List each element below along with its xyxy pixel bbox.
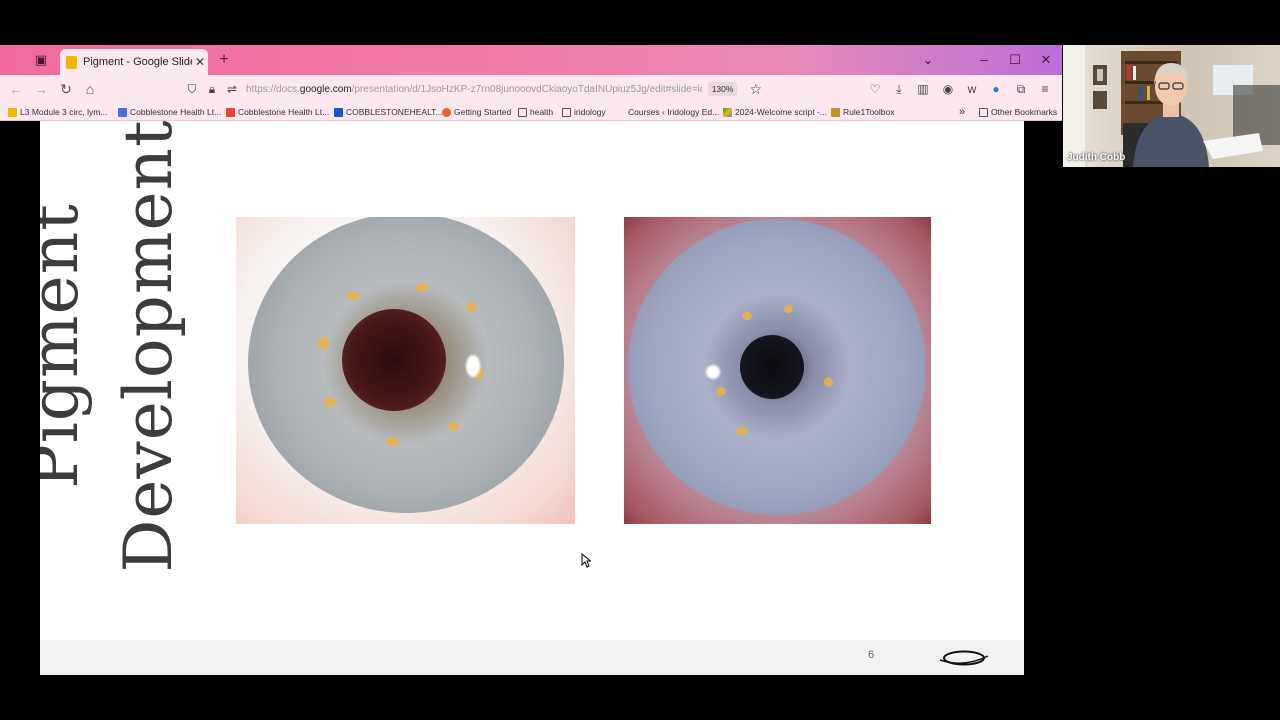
pigment-fleck [466,302,476,312]
bookmark-item[interactable]: Cobblestone Health Lt... [118,103,221,121]
reload-icon[interactable]: ↻ [55,75,77,103]
downloads-icon[interactable]: ⤓ [889,75,909,103]
pupil [740,335,804,399]
slide-title-line1: Pigment [40,203,93,489]
menu-icon[interactable]: ≡ [1035,75,1055,103]
more-bookmarks-icon[interactable]: » [959,103,965,121]
shield-icon[interactable]: ⛉ [182,82,202,97]
bookmark-item[interactable]: COBBLESTONEHEALT... [334,103,443,121]
light-reflection [466,355,480,377]
account-icon[interactable]: ◉ [938,75,958,103]
extension-blue-icon[interactable]: ● [986,75,1006,103]
back-icon[interactable]: ← [5,75,27,103]
tab-close-icon[interactable]: ✕ [192,55,208,69]
tab-overview-icon[interactable]: ▣ [30,45,52,75]
slide-title-line2: Development [110,121,187,573]
bookmark-item[interactable]: Getting Started [442,103,511,121]
pigment-fleck [824,377,833,387]
bookmark-item[interactable]: L3 Module 3 circ, lym... [8,103,107,121]
url-text[interactable]: https://docs.google.com/presentation/d/1… [246,84,702,95]
pigment-fleck [736,427,748,435]
address-bar[interactable]: ⛉ 🔒︎ ⇌ https://docs.google.com/presentat… [182,78,762,100]
pigment-fleck [448,422,459,431]
bookmark-item[interactable]: Cobblestone Health Lt... [226,103,329,121]
site-icon [118,107,127,117]
list-tabs-icon[interactable]: ⌄ [917,45,939,75]
pigment-fleck [324,397,336,407]
pigment-fleck [716,387,726,396]
tab-bar: ▣ Pigment - Google Slides ✕ + ⌄ – ☐ ✕ [0,45,1062,75]
gmail-icon [226,107,235,117]
mouse-cursor-icon [581,553,591,568]
extension-w-icon[interactable]: w [962,75,982,103]
close-window-icon[interactable]: ✕ [1035,45,1057,75]
page-number: 6 [868,649,875,661]
iris-photo-right [624,217,931,524]
webcam-video: Judith Cobb [1063,45,1280,167]
home-icon[interactable]: ⌂ [79,75,101,103]
tab-title: Pigment - Google Slides [83,56,192,68]
sidebar-icon[interactable]: ▥ [913,75,933,103]
bookmarks-bar: L3 Module 3 circ, lym... Cobblestone Hea… [0,103,1062,121]
participant-name: Judith Cobb [1067,152,1126,163]
bookmark-folder-iridology[interactable]: iridology [562,103,606,121]
bookmark-item[interactable]: 2024-Welcome script -... [723,103,827,121]
other-bookmarks[interactable]: Other Bookmarks [979,103,1057,121]
drive-icon [723,107,732,117]
bookmark-folder-health[interactable]: health [518,103,553,121]
iris-photo-left [236,217,575,524]
pigment-fleck [386,437,399,446]
bookmark-item[interactable]: Rule1Toolbox [831,103,895,121]
site-icon [334,107,343,117]
pigment-fleck [416,283,428,292]
forward-icon[interactable]: → [30,75,52,103]
zoom-level[interactable]: 130% [707,82,738,96]
tab-pigment[interactable]: Pigment - Google Slides ✕ [60,49,208,75]
folder-icon [562,107,571,117]
firefox-icon [442,107,451,117]
light-reflection [706,365,720,379]
navigation-bar: ← → ↻ ⌂ ⛉ 🔒︎ ⇌ https://docs.google.com/p… [0,75,1062,103]
webcam-scene [1063,45,1280,167]
bookmark-item[interactable]: Courses ‹ Iridology Ed... [628,103,719,121]
pigment-fleck [784,305,793,313]
pigment-fleck [742,312,752,320]
google-slides-icon [66,55,77,69]
maximize-icon[interactable]: ☐ [1004,45,1026,75]
pigment-fleck [346,292,360,300]
logo-icon [939,650,989,666]
pocket-icon[interactable]: ♡ [865,75,885,103]
bookmark-star-icon[interactable]: ☆ [749,81,762,98]
slide-title: Pigment Development [40,121,187,576]
permissions-icon[interactable]: ⇌ [222,82,242,96]
browser-window: ▣ Pigment - Google Slides ✕ + ⌄ – ☐ ✕ ← … [0,45,1062,675]
presentation-viewport: Pigment Development 6 [0,121,1062,675]
pupil [342,309,446,411]
site-icon [831,107,840,117]
extensions-icon[interactable]: ⧉ [1011,75,1031,103]
slide: Pigment Development 6 [40,121,1024,675]
slides-icon [8,107,17,117]
folder-icon [518,107,527,117]
folder-icon [979,107,988,117]
new-tab-icon[interactable]: + [213,45,235,75]
minimize-icon[interactable]: – [973,45,995,75]
lock-icon[interactable]: 🔒︎ [202,82,222,97]
pigment-fleck [318,337,329,349]
slide-footer: 6 [40,640,1024,675]
